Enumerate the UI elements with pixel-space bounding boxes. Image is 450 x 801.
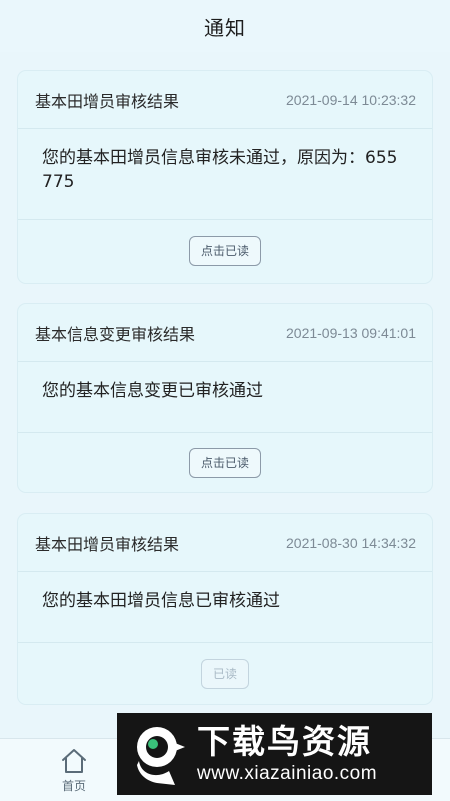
notification-content: 您的基本田增员信息审核未通过，原因为：655775 (18, 129, 432, 220)
notification-header: 基本田增员审核结果 2021-09-14 10:23:32 (18, 71, 432, 129)
notification-card: 基本田增员审核结果 2021-08-30 14:34:32 您的基本田增员信息已… (18, 514, 432, 704)
notification-title: 基本田增员审核结果 (35, 534, 180, 554)
tab-home-label: 首页 (61, 779, 86, 793)
page-title: 通知 (204, 15, 246, 40)
read-status-button: 已读 (200, 658, 249, 689)
notification-content: 您的基本信息变更已审核通过 (18, 362, 432, 433)
mark-read-button[interactable]: 点击已读 (188, 448, 261, 478)
notification-time: 2021-09-14 10:23:32 (286, 91, 416, 108)
notification-message: 您的基本信息变更已审核通过 (42, 381, 263, 401)
mark-read-button[interactable]: 点击已读 (188, 236, 261, 266)
page-header: 通知 (0, 0, 450, 52)
notification-header: 基本信息变更审核结果 2021-09-13 09:41:01 (18, 304, 432, 362)
watermark-banner: 下载鸟资源 www.xiazainiao.com (117, 713, 432, 795)
watermark-text: 下载鸟资源 www.xiazainiao.com (197, 722, 377, 786)
notification-footer: 点击已读 (18, 433, 432, 492)
notification-card: 基本田增员审核结果 2021-09-14 10:23:32 您的基本田增员信息审… (18, 71, 432, 283)
bird-logo-icon (117, 713, 193, 795)
notification-footer: 已读 (18, 643, 432, 704)
notification-time: 2021-08-30 14:34:32 (286, 534, 416, 551)
tab-home[interactable]: 首页 (29, 739, 119, 801)
bird-logo-graphic (137, 727, 185, 785)
home-icon (62, 749, 86, 773)
notification-message: 您的基本田增员信息审核未通过，原因为：655775 (42, 148, 398, 192)
notification-content: 您的基本田增员信息已审核通过 (18, 572, 432, 643)
notification-time: 2021-09-13 09:41:01 (286, 324, 416, 341)
notification-title: 基本信息变更审核结果 (35, 324, 196, 344)
watermark-brand: 下载鸟资源 (197, 722, 372, 761)
notification-header: 基本田增员审核结果 2021-08-30 14:34:32 (18, 514, 432, 572)
watermark-url: www.xiazainiao.com (197, 763, 378, 784)
notification-title: 基本田增员审核结果 (35, 91, 180, 111)
notification-card: 基本信息变更审核结果 2021-09-13 09:41:01 您的基本信息变更已… (18, 304, 432, 492)
notification-message: 您的基本田增员信息已审核通过 (42, 591, 280, 611)
notification-footer: 点击已读 (18, 220, 432, 282)
